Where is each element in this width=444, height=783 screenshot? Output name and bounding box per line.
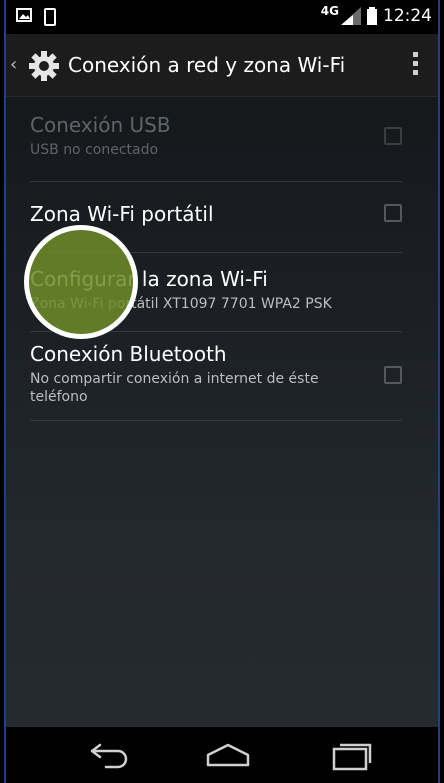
clock: 12:24 (383, 6, 432, 26)
battery-icon (367, 7, 377, 25)
pref-title: Zona Wi-Fi portátil (30, 202, 214, 226)
preferences-list: Conexión USB USB no conectado Zona Wi-Fi… (6, 97, 438, 727)
nav-recents-icon[interactable] (330, 741, 374, 771)
navigation-bar (6, 727, 438, 783)
overflow-menu-icon[interactable] (413, 52, 418, 75)
back-arrow-icon[interactable]: ‹ (10, 54, 17, 75)
network-type: 4G (320, 4, 339, 18)
pref-usb-tethering: Conexión USB USB no conectado (30, 113, 402, 182)
gear-icon[interactable] (28, 50, 60, 82)
bluetooth-tethering-checkbox[interactable] (384, 366, 402, 384)
portable-hotspot-checkbox[interactable] (384, 204, 402, 222)
status-bar: 4G 12:24 (6, 0, 438, 34)
pref-bluetooth-tethering[interactable]: Conexión Bluetooth No compartir conexión… (30, 332, 402, 421)
usb-tethering-checkbox (384, 127, 402, 145)
action-bar: ‹ Conexión a red y zona Wi-Fi (6, 34, 438, 97)
touch-indicator (24, 225, 138, 339)
phone-notification-icon (44, 8, 56, 26)
pref-summary: No compartir conexión a internet de éste… (30, 371, 319, 405)
nav-home-icon[interactable] (204, 741, 252, 769)
gallery-notification-icon (16, 8, 32, 22)
device-frame: 4G 12:24 ‹ Conexión a red y zona Wi-Fi C… (4, 0, 440, 783)
signal-icon (341, 7, 361, 25)
page-title: Conexión a red y zona Wi-Fi (68, 53, 346, 77)
pref-summary: USB no conectado (30, 142, 159, 158)
pref-title: Conexión USB (30, 113, 171, 137)
nav-back-icon[interactable] (86, 741, 130, 769)
phone-screen: 4G 12:24 ‹ Conexión a red y zona Wi-Fi C… (0, 0, 444, 783)
